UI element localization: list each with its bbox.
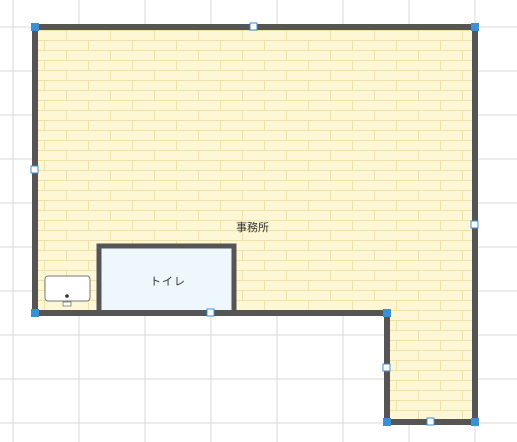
midpoint-handle[interactable] (382, 363, 391, 372)
resize-handle[interactable] (471, 418, 479, 426)
sink-icon[interactable] (44, 275, 91, 307)
midpoint-handle[interactable] (249, 22, 258, 31)
midpoint-handle[interactable] (426, 417, 435, 426)
resize-handle[interactable] (383, 418, 391, 426)
resize-handle[interactable] (31, 309, 39, 317)
resize-handle[interactable] (471, 23, 479, 31)
midpoint-handle[interactable] (470, 220, 479, 229)
resize-handle[interactable] (31, 23, 39, 31)
midpoint-handle[interactable] (30, 165, 39, 174)
midpoint-handle[interactable] (206, 308, 215, 317)
room-label-toilet: トイレ (150, 275, 186, 288)
room-label-office: 事務所 (236, 221, 269, 234)
resize-handle[interactable] (383, 309, 391, 317)
